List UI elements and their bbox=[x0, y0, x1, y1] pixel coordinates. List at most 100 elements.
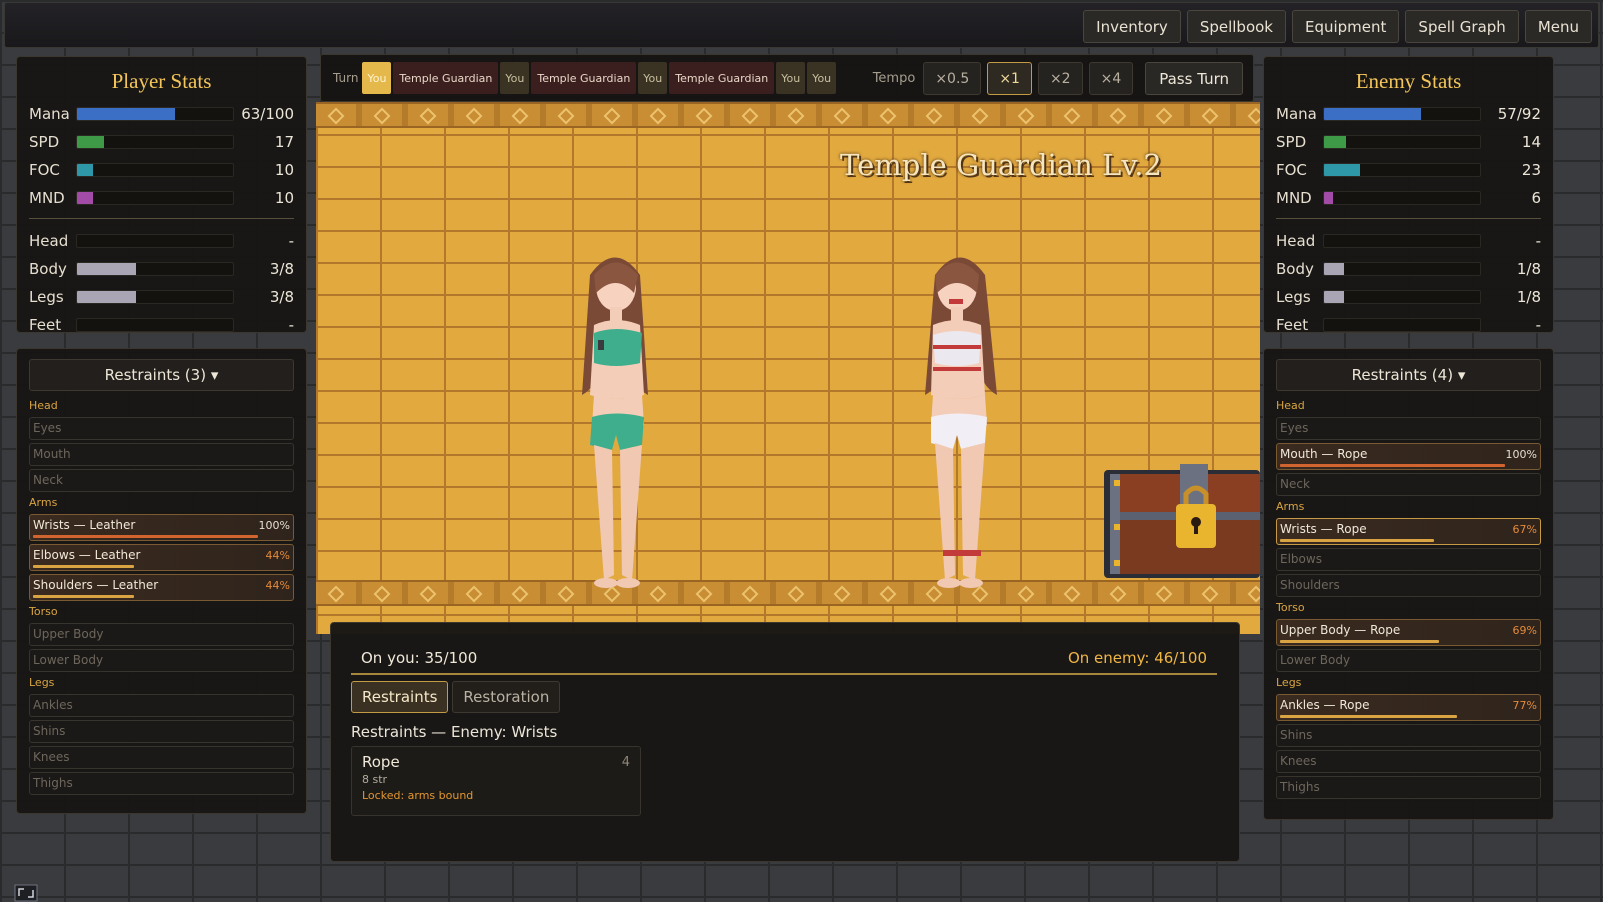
fullscreen-icon[interactable] bbox=[14, 884, 38, 902]
turn-order-bar: Turn You Temple Guardian You Temple Guardia… bbox=[320, 54, 1254, 102]
stat-bar bbox=[1323, 107, 1481, 121]
tempo-option-button[interactable]: ×0.5 bbox=[923, 62, 982, 95]
stat-bar-fill bbox=[1324, 291, 1344, 303]
restraint-slot-wrists[interactable]: Wrists — Rope 67% bbox=[1276, 518, 1541, 545]
stat-bar bbox=[76, 135, 234, 149]
restraint-slot-eyes[interactable]: Eyes bbox=[29, 417, 294, 440]
restraint-slot-label: Wrists — Leather bbox=[33, 518, 136, 532]
tempo-option-button[interactable]: ×1 bbox=[987, 62, 1032, 95]
tab-restoration[interactable]: Restoration bbox=[452, 681, 561, 713]
stat-bar bbox=[76, 163, 234, 177]
tempo-option-button[interactable]: ×4 bbox=[1088, 62, 1134, 95]
stat-label: FOC bbox=[29, 161, 60, 179]
restraint-group-arms: Arms bbox=[29, 496, 58, 509]
frieze-ornament-icon bbox=[1017, 585, 1035, 603]
stat-bar-fill bbox=[1324, 164, 1360, 176]
restraint-slot-eyes[interactable]: Eyes bbox=[1276, 417, 1541, 440]
frieze-ornament-icon bbox=[695, 107, 713, 125]
restraint-slot-wrists[interactable]: Wrists — Leather 100% bbox=[29, 514, 294, 541]
restraint-durability-value: 69% bbox=[1512, 624, 1537, 637]
frieze-ornament-icon bbox=[327, 107, 345, 125]
restraint-group-head: Head bbox=[1276, 399, 1305, 412]
frieze-ornament-icon bbox=[511, 585, 529, 603]
on-you-progress: On you: 35/100 bbox=[361, 649, 478, 667]
enemy-restraints-toggle[interactable]: Restraints (4) ▾ bbox=[1276, 359, 1541, 391]
restraint-slot-upper-body[interactable]: Upper Body bbox=[29, 623, 294, 646]
restraint-slot-elbows[interactable]: Elbows bbox=[1276, 548, 1541, 571]
restraint-group-torso: Torso bbox=[1276, 601, 1305, 614]
tab-restraints[interactable]: Restraints bbox=[351, 681, 449, 713]
restraint-slot-lower-body[interactable]: Lower Body bbox=[29, 649, 294, 672]
casting-progress-bar: On you: 35/100 On enemy: 46/100 bbox=[351, 649, 1217, 675]
player-stats-title: Player Stats bbox=[111, 69, 212, 93]
treasure-chest-icon[interactable] bbox=[1100, 460, 1260, 582]
stat-value: 10 bbox=[274, 189, 294, 207]
stat-value: 63/100 bbox=[241, 105, 294, 123]
stat-row-body: Body 1/8 bbox=[1264, 255, 1553, 283]
restraint-group-arms: Arms bbox=[1276, 500, 1305, 513]
stats-divider bbox=[1276, 218, 1541, 219]
frieze-ornament-icon bbox=[787, 585, 805, 603]
stats-divider bbox=[29, 218, 294, 219]
restraint-slot-shins[interactable]: Shins bbox=[29, 720, 294, 743]
top-frieze bbox=[316, 102, 1260, 128]
frieze-ornament-icon bbox=[879, 585, 897, 603]
stat-value: - bbox=[1535, 316, 1541, 334]
restraint-slot-shins[interactable]: Shins bbox=[1276, 724, 1541, 747]
tempo-option-button[interactable]: ×2 bbox=[1037, 62, 1083, 95]
enemy-restraint-slots: Head Eyes Mouth — Rope 100% Neck Arms Wrists —… bbox=[1264, 399, 1553, 799]
restraint-durability-bar bbox=[33, 565, 135, 568]
restraint-slot-mouth[interactable]: Mouth — Rope 100% bbox=[1276, 443, 1541, 470]
menu-button[interactable]: Menu bbox=[1524, 10, 1592, 43]
player-restraints-toggle[interactable]: Restraints (3) ▾ bbox=[29, 359, 294, 391]
restraint-slot-thighs[interactable]: Thighs bbox=[29, 772, 294, 795]
restraint-slot-neck[interactable]: Neck bbox=[29, 469, 294, 492]
stat-bar bbox=[1323, 135, 1481, 149]
restraint-slot-label: Mouth — Rope bbox=[1280, 447, 1368, 461]
restraint-slot-label: Mouth bbox=[33, 447, 71, 461]
frieze-ornament-icon bbox=[741, 107, 759, 125]
restraint-slot-neck[interactable]: Neck bbox=[1276, 473, 1541, 496]
restraint-slot-mouth[interactable]: Mouth bbox=[29, 443, 294, 466]
spell-card-rope[interactable]: Rope 4 8 str Locked: arms bound bbox=[351, 746, 641, 816]
stat-bar bbox=[1323, 262, 1481, 276]
stat-label: MND bbox=[29, 189, 65, 207]
restraint-slot-knees[interactable]: Knees bbox=[29, 746, 294, 769]
stat-bar-fill bbox=[1324, 136, 1346, 148]
restraint-slot-elbows[interactable]: Elbows — Leather 44% bbox=[29, 544, 294, 571]
frieze-ornament-icon bbox=[1201, 107, 1219, 125]
restraint-slot-label: Eyes bbox=[1280, 421, 1309, 435]
stat-label: Head bbox=[1276, 232, 1316, 250]
restraint-slot-thighs[interactable]: Thighs bbox=[1276, 776, 1541, 799]
restraint-slot-label: Knees bbox=[1280, 754, 1317, 768]
restraint-slot-ankles[interactable]: Ankles — Rope 77% bbox=[1276, 694, 1541, 721]
stat-bar bbox=[76, 290, 234, 304]
restraint-slot-upper-body[interactable]: Upper Body — Rope 69% bbox=[1276, 619, 1541, 646]
restraint-slot-ankles[interactable]: Ankles bbox=[29, 694, 294, 717]
equipment-button[interactable]: Equipment bbox=[1291, 10, 1400, 43]
restraint-durability-value: 100% bbox=[1505, 448, 1537, 461]
restraint-slot-label: Elbows — Leather bbox=[33, 548, 141, 562]
pass-turn-button[interactable]: Pass Turn bbox=[1145, 62, 1243, 95]
restraint-slot-knees[interactable]: Knees bbox=[1276, 750, 1541, 773]
frieze-ornament-icon bbox=[373, 107, 391, 125]
stat-bar-fill bbox=[77, 108, 176, 120]
stat-bar-fill bbox=[77, 263, 136, 275]
spell-graph-button[interactable]: Spell Graph bbox=[1405, 10, 1519, 43]
restraint-group-torso: Torso bbox=[29, 605, 58, 618]
restraint-durability-bar bbox=[1280, 640, 1439, 643]
restraint-slot-shoulders[interactable]: Shoulders — Leather 44% bbox=[29, 574, 294, 601]
stat-bar bbox=[1323, 318, 1481, 332]
enemy-character-sprite[interactable] bbox=[905, 245, 1015, 590]
frieze-ornament-icon bbox=[971, 107, 989, 125]
inventory-button[interactable]: Inventory bbox=[1083, 10, 1181, 43]
frieze-ornament-icon bbox=[1155, 585, 1173, 603]
top-menu: Inventory Spellbook Equipment Spell Graph Me… bbox=[1083, 10, 1592, 43]
spell-panel: On you: 35/100 On enemy: 46/100 Restrain… bbox=[330, 622, 1240, 862]
restraint-slot-lower-body[interactable]: Lower Body bbox=[1276, 649, 1541, 672]
restraint-durability-value: 44% bbox=[265, 549, 290, 562]
stat-row-legs: Legs 3/8 bbox=[17, 283, 306, 311]
restraint-slot-shoulders[interactable]: Shoulders bbox=[1276, 574, 1541, 597]
player-character-sprite[interactable] bbox=[560, 245, 670, 590]
spellbook-button[interactable]: Spellbook bbox=[1186, 10, 1286, 43]
